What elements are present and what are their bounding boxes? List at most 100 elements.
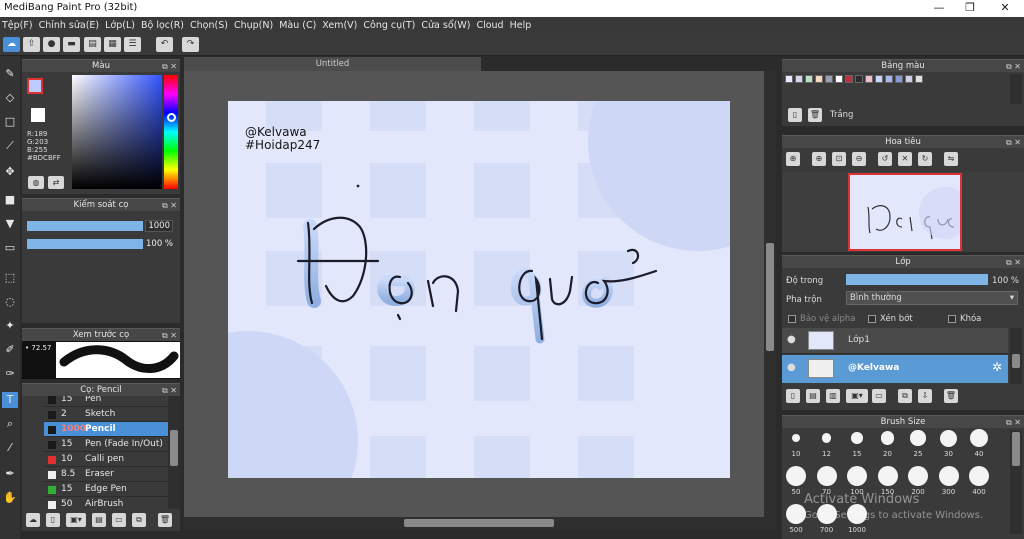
- clipping-checkbox[interactable]: [868, 315, 876, 323]
- menu-edit[interactable]: Chỉnh sửa(E): [39, 20, 100, 31]
- gradient-tool-icon[interactable]: ▭: [2, 240, 18, 256]
- brush-size-dot[interactable]: [786, 466, 806, 486]
- brush-item-edge-pen[interactable]: 15 Edge Pen: [44, 482, 180, 497]
- palette-swatch[interactable]: [875, 75, 883, 83]
- visibility-icon[interactable]: ●: [787, 362, 796, 373]
- new-8bit-layer-icon[interactable]: ▥: [826, 389, 840, 403]
- palette-swatch[interactable]: [895, 75, 903, 83]
- layer-folder-icon[interactable]: ▭: [872, 389, 886, 403]
- palette-swatch[interactable]: [845, 75, 853, 83]
- navigator-view[interactable]: [782, 172, 1024, 252]
- blend-mode-select[interactable]: Bình thường ▾: [846, 291, 1018, 305]
- eraser-tool-icon[interactable]: ◇: [2, 90, 18, 106]
- cloud-brush-icon[interactable]: ☁: [26, 513, 40, 527]
- artboard[interactable]: @Kelvawa #Hoidap247: [228, 101, 730, 478]
- canvas-vertical-scrollbar[interactable]: [764, 71, 776, 517]
- bucket-tool-icon[interactable]: ▼: [2, 216, 18, 232]
- palette-swatch[interactable]: [855, 75, 863, 83]
- lock-checkbox[interactable]: [948, 315, 956, 323]
- brush-settings-icon[interactable]: ▤: [92, 513, 106, 527]
- new-halftone-layer-icon[interactable]: ▤: [806, 389, 820, 403]
- delete-brush-icon[interactable]: 🗑: [158, 513, 172, 527]
- rotate-left-icon[interactable]: ↺: [878, 152, 892, 166]
- operation-tool-icon[interactable]: ⌕: [2, 416, 18, 432]
- brush-size-dot[interactable]: [969, 428, 989, 448]
- brush-size-dot[interactable]: [786, 504, 806, 524]
- reset-view-icon[interactable]: ✕: [898, 152, 912, 166]
- secondary-color-swatch[interactable]: [31, 108, 45, 122]
- upload-icon[interactable]: ⇧: [23, 37, 40, 52]
- menu-layer[interactable]: Lớp(L): [105, 20, 135, 31]
- brush-size-dot[interactable]: [821, 433, 832, 443]
- palette-scrollbar[interactable]: [1010, 74, 1022, 104]
- undo-icon[interactable]: ↶: [156, 37, 173, 52]
- palette-swatch[interactable]: [805, 75, 813, 83]
- menu-filter[interactable]: Bộ lọc(R): [141, 20, 184, 31]
- palette-swatch[interactable]: [915, 75, 923, 83]
- opacity-slider[interactable]: [27, 239, 143, 249]
- brush-size-dot[interactable]: [938, 466, 959, 486]
- size-value[interactable]: 1000: [145, 220, 173, 232]
- zoom-out-icon[interactable]: ⊖: [852, 152, 866, 166]
- brush-size-dot[interactable]: [969, 466, 989, 486]
- brush-item-sketch[interactable]: 2 Sketch: [44, 407, 180, 422]
- delete-palette-icon[interactable]: 🗑: [808, 108, 822, 122]
- flip-icon[interactable]: ⇋: [944, 152, 958, 166]
- list-icon[interactable]: ☰: [124, 37, 141, 52]
- hue-handle[interactable]: [167, 113, 176, 122]
- zoom-in-icon[interactable]: ⊕: [786, 152, 800, 166]
- gear-icon[interactable]: ✲: [992, 360, 1002, 374]
- palette-swatch[interactable]: [905, 75, 913, 83]
- document-tab[interactable]: Untitled: [184, 57, 481, 71]
- brush-item-calli-pen[interactable]: 10 Calli pen: [44, 452, 180, 467]
- brush-size-dot[interactable]: [851, 432, 863, 444]
- dropper-icon[interactable]: ⁄: [2, 440, 18, 456]
- menu-cloud[interactable]: Cloud: [476, 20, 503, 31]
- fit-icon[interactable]: ⊡: [832, 152, 846, 166]
- delete-layer-icon[interactable]: 🗑: [944, 389, 958, 403]
- grid-icon[interactable]: ▦: [104, 37, 121, 52]
- palette-icon[interactable]: ◍: [28, 176, 44, 189]
- brush-folder-icon[interactable]: ▭: [112, 513, 126, 527]
- brush-item-eraser[interactable]: 8.5 Eraser: [44, 467, 180, 482]
- add-layer-dropdown-icon[interactable]: ▣▾: [846, 389, 868, 403]
- close-button[interactable]: ✕: [990, 1, 1020, 14]
- menu-file[interactable]: Tệp(F): [2, 20, 33, 31]
- hue-slider[interactable]: [164, 75, 178, 189]
- brush-size-dot[interactable]: [877, 466, 898, 486]
- primary-color-swatch[interactable]: [27, 78, 43, 94]
- brush-item-pen-fade[interactable]: 15 Pen (Fade In/Out): [44, 437, 180, 452]
- palette-swatch[interactable]: [885, 75, 893, 83]
- canvas-horizontal-scrollbar[interactable]: [184, 517, 776, 529]
- brush-size-dot[interactable]: [847, 466, 867, 486]
- palette-swatch[interactable]: [785, 75, 793, 83]
- menu-tools[interactable]: Công cụ(T): [363, 20, 415, 31]
- new-brush-icon[interactable]: ▯: [46, 513, 60, 527]
- brush-size-dot[interactable]: [910, 430, 926, 446]
- new-layer-icon[interactable]: ▯: [786, 389, 800, 403]
- fill-rect-tool-icon[interactable]: ■: [2, 192, 18, 208]
- brush-size-dot[interactable]: [880, 431, 895, 445]
- protect-alpha-checkbox[interactable]: [788, 315, 796, 323]
- select-pen-icon[interactable]: ✐: [2, 342, 18, 358]
- brush-item-airbrush[interactable]: 50 AirBrush: [44, 497, 180, 509]
- palette-swatch[interactable]: [865, 75, 873, 83]
- menu-color[interactable]: Màu (C): [279, 20, 316, 31]
- menu-window[interactable]: Cửa sổ(W): [421, 20, 470, 31]
- duplicate-brush-icon[interactable]: ⧉: [132, 513, 146, 527]
- menu-view[interactable]: Xem(V): [322, 20, 357, 31]
- layer-opacity-slider[interactable]: [846, 274, 988, 285]
- comment-icon[interactable]: ●: [43, 37, 60, 52]
- brush-item-pen[interactable]: 15 Pen: [44, 396, 180, 407]
- brush-list-scrollbar[interactable]: [168, 396, 180, 509]
- brush-size-dot[interactable]: [908, 466, 928, 486]
- magic-wand-icon[interactable]: ✦: [2, 318, 18, 334]
- menu-help[interactable]: Help: [510, 20, 532, 31]
- brush-item-pencil[interactable]: 1000Pencil ✲: [44, 422, 180, 437]
- redo-icon[interactable]: ↷: [182, 37, 199, 52]
- navigator-thumbnail[interactable]: [848, 173, 971, 251]
- duplicate-layer-icon[interactable]: ⧉: [898, 389, 912, 403]
- visibility-icon[interactable]: ●: [787, 334, 796, 345]
- layer-row[interactable]: ● Lớp1: [782, 328, 1008, 354]
- maximize-button[interactable]: ❐: [955, 1, 985, 14]
